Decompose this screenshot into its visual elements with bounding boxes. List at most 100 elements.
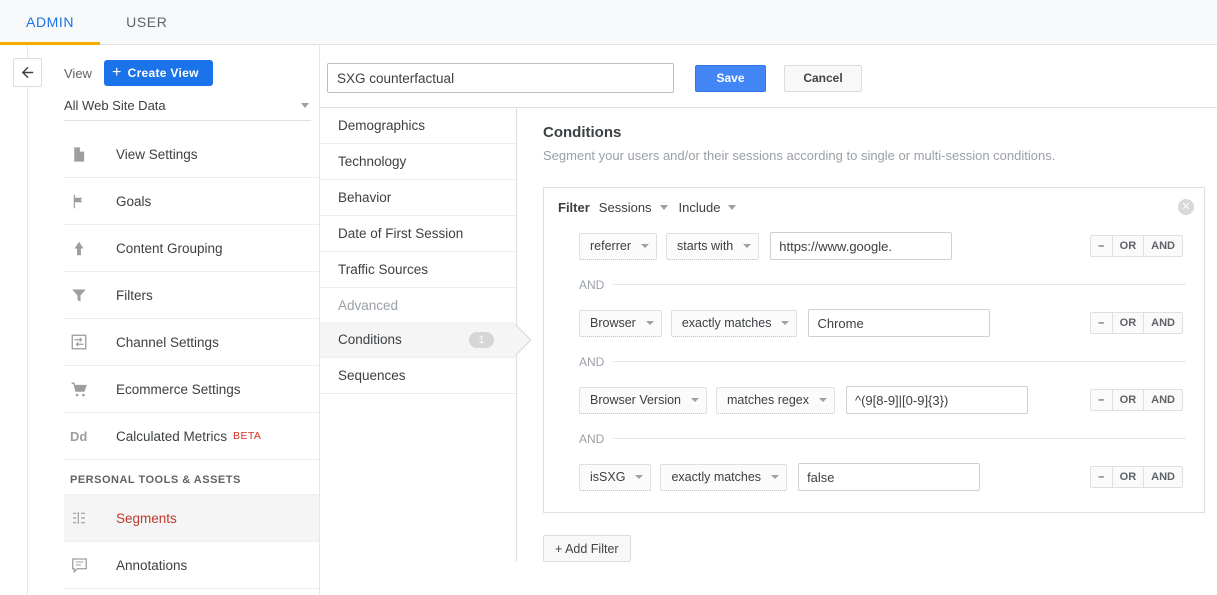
row-controls: – OR AND (1090, 312, 1183, 334)
operator-dropdown[interactable]: starts with (666, 233, 759, 260)
sidebar-item-filters[interactable]: Filters (64, 272, 319, 319)
add-filter-button[interactable]: + Add Filter (543, 535, 631, 562)
or-button[interactable]: OR (1113, 236, 1145, 256)
sidebar-item-annotations[interactable]: Annotations (64, 542, 319, 589)
remove-condition-button[interactable]: – (1091, 390, 1113, 410)
tab-admin[interactable]: ADMIN (0, 0, 100, 44)
condition-value-input[interactable] (770, 232, 952, 260)
segment-panes: Demographics Technology Behavior Date of… (320, 107, 1217, 562)
category-label: Conditions (338, 332, 402, 347)
remove-condition-button[interactable]: – (1091, 313, 1113, 333)
and-button[interactable]: AND (1144, 313, 1182, 333)
or-button[interactable]: OR (1113, 313, 1145, 333)
and-separator: AND (579, 342, 1190, 381)
rail-divider (27, 45, 28, 595)
separator-line (613, 438, 1186, 439)
separator-line (613, 284, 1186, 285)
sidebar-item-calculated-metrics[interactable]: Dd Calculated Metrics BETA (64, 413, 319, 460)
operator-dropdown[interactable]: exactly matches (671, 310, 798, 337)
category-conditions[interactable]: Conditions 1 (320, 322, 516, 358)
category-label: Date of First Session (338, 226, 463, 241)
sidebar-item-channel-settings[interactable]: Channel Settings (64, 319, 319, 366)
and-button[interactable]: AND (1144, 236, 1182, 256)
content-grouping-icon (70, 239, 116, 258)
category-demographics[interactable]: Demographics (320, 108, 516, 144)
dimension-value: referrer (590, 239, 631, 253)
operator-value: starts with (677, 239, 733, 253)
and-button[interactable]: AND (1144, 390, 1182, 410)
condition-row: isSXG exactly matches – OR (579, 458, 1190, 496)
dimension-dropdown[interactable]: Browser Version (579, 387, 707, 414)
condition-row: Browser Version matches regex – OR (579, 381, 1190, 419)
category-traffic-sources[interactable]: Traffic Sources (320, 252, 516, 288)
condition-value-input[interactable] (846, 386, 1028, 414)
sidebar-item-label: Content Grouping (116, 241, 223, 256)
sidebar-item-content-grouping[interactable]: Content Grouping (64, 225, 319, 272)
view-selector-value: All Web Site Data (64, 98, 166, 113)
or-button[interactable]: OR (1113, 467, 1145, 487)
view-header: View + Create View All Web Site Data (56, 45, 319, 121)
flag-icon (70, 192, 116, 211)
tab-admin-label: ADMIN (26, 14, 74, 30)
dd-glyph: Dd (70, 429, 87, 444)
funnel-icon (70, 286, 116, 305)
chevron-down-icon (301, 103, 309, 108)
view-label: View (64, 66, 92, 81)
sidebar-section-header: PERSONAL TOOLS & ASSETS (64, 460, 319, 495)
page-title: Conditions (543, 124, 1217, 141)
back-button[interactable] (13, 58, 42, 87)
filter-label: Filter (558, 200, 590, 215)
dimension-dropdown[interactable]: isSXG (579, 464, 651, 491)
view-selector[interactable]: All Web Site Data (64, 98, 311, 121)
sidebar-item-goals[interactable]: Goals (64, 178, 319, 225)
operator-dropdown[interactable]: matches regex (716, 387, 835, 414)
plus-icon: + (112, 65, 122, 81)
category-label: Sequences (338, 368, 406, 383)
tab-user[interactable]: USER (100, 0, 193, 44)
sidebar-item-label: Filters (116, 288, 153, 303)
create-view-button[interactable]: + Create View (104, 60, 213, 86)
chevron-down-icon (646, 321, 654, 325)
row-controls: – OR AND (1090, 466, 1183, 488)
sidebar-item-segments[interactable]: Segments (64, 495, 319, 542)
remove-condition-button[interactable]: – (1091, 236, 1113, 256)
conditions-count-badge: 1 (469, 332, 494, 348)
category-sequences[interactable]: Sequences (320, 358, 516, 394)
cancel-button[interactable]: Cancel (784, 65, 862, 92)
filter-mode-dropdown[interactable]: Include (679, 200, 739, 215)
category-technology[interactable]: Technology (320, 144, 516, 180)
separator-line (613, 361, 1186, 362)
dimension-value: Browser Version (590, 393, 681, 407)
or-button[interactable]: OR (1113, 390, 1145, 410)
filter-scope-dropdown[interactable]: Sessions (599, 200, 670, 215)
category-label: Traffic Sources (338, 262, 428, 277)
dimension-dropdown[interactable]: Browser (579, 310, 662, 337)
category-label: Demographics (338, 118, 425, 133)
category-date-of-first-session[interactable]: Date of First Session (320, 216, 516, 252)
dimension-value: Browser (590, 316, 636, 330)
save-button[interactable]: Save (695, 65, 766, 92)
segment-name-input[interactable] (327, 63, 674, 93)
chevron-down-icon (691, 398, 699, 402)
segment-name-row: Save Cancel (320, 45, 1217, 93)
category-behavior[interactable]: Behavior (320, 180, 516, 216)
remove-condition-button[interactable]: – (1091, 467, 1113, 487)
and-button[interactable]: AND (1144, 467, 1182, 487)
condition-row: Browser exactly matches – OR (579, 304, 1190, 342)
sidebar-item-ecommerce-settings[interactable]: Ecommerce Settings (64, 366, 319, 413)
condition-value-input[interactable] (808, 309, 990, 337)
filter-header: Filter Sessions Include ✕ (558, 200, 1190, 215)
and-separator-label: AND (579, 278, 604, 292)
chevron-down-icon (781, 321, 789, 325)
condition-value-input[interactable] (798, 463, 980, 491)
annotations-icon (70, 556, 116, 574)
operator-dropdown[interactable]: exactly matches (660, 464, 787, 491)
dimension-dropdown[interactable]: referrer (579, 233, 657, 260)
and-separator: AND (579, 419, 1190, 458)
close-circle-icon[interactable]: ✕ (1178, 199, 1194, 215)
cart-icon (70, 380, 116, 399)
sidebar-item-view-settings[interactable]: View Settings (64, 131, 319, 178)
conditions-detail-pane: Conditions Segment your users and/or the… (517, 108, 1217, 562)
arrow-left-icon (19, 64, 36, 81)
segment-category-list: Demographics Technology Behavior Date of… (320, 108, 517, 562)
